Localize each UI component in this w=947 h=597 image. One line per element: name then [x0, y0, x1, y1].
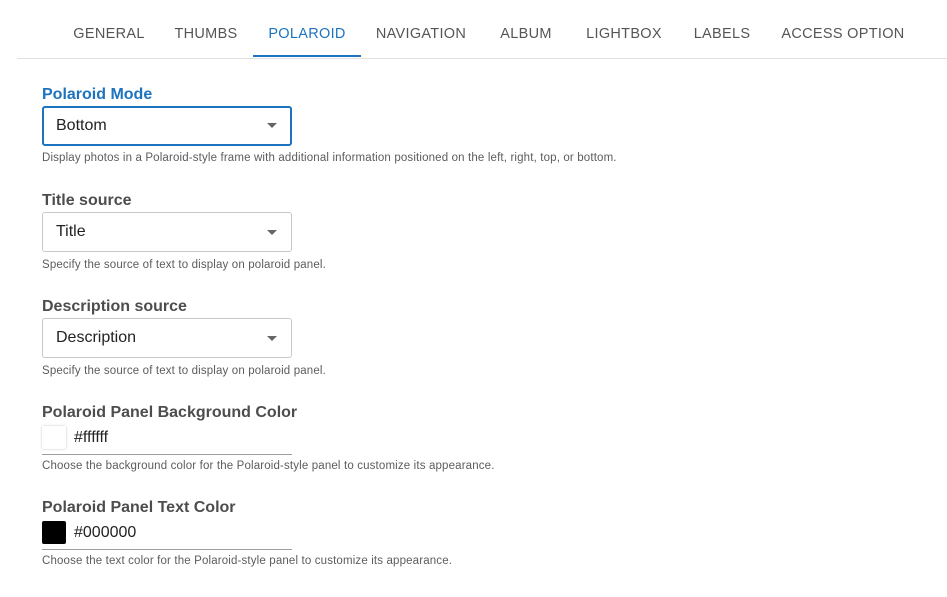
description-source-select[interactable]: Description	[42, 318, 292, 358]
polaroid-mode-label: Polaroid Mode	[42, 86, 153, 103]
panel-bg-color-help: Choose the background color for the Pola…	[42, 460, 495, 472]
tab-polaroid[interactable]: POLAROID	[253, 0, 361, 57]
caret-down-icon	[267, 230, 277, 235]
tab-album[interactable]: ALBUM	[488, 0, 564, 57]
text-color-input[interactable]	[74, 519, 284, 547]
caret-down-icon	[267, 123, 277, 128]
tab-access-option[interactable]: ACCESS OPTION	[770, 0, 916, 57]
bg-color-swatch[interactable]	[42, 426, 66, 449]
panel-bg-color-row	[42, 424, 292, 455]
title-source-select[interactable]: Title	[42, 212, 292, 252]
description-source-help: Specify the source of text to display on…	[42, 365, 326, 377]
polaroid-mode-help: Display photos in a Polaroid-style frame…	[42, 152, 617, 164]
panel-text-color-label: Polaroid Panel Text Color	[42, 499, 236, 516]
panel-text-color-row	[42, 519, 292, 550]
caret-down-icon	[267, 336, 277, 341]
title-source-value: Title	[56, 223, 86, 240]
polaroid-mode-value: Bottom	[56, 117, 107, 134]
text-color-swatch[interactable]	[42, 521, 66, 544]
title-source-label: Title source	[42, 192, 132, 209]
tab-general[interactable]: GENERAL	[62, 0, 156, 57]
polaroid-mode-select[interactable]: Bottom	[42, 106, 292, 146]
tab-thumbs[interactable]: THUMBS	[163, 0, 249, 57]
bg-color-input[interactable]	[74, 424, 284, 452]
tab-lightbox[interactable]: LIGHTBOX	[575, 0, 673, 57]
active-tab-indicator	[253, 55, 361, 57]
tab-labels[interactable]: LABELS	[682, 0, 762, 57]
panel-text-color-help: Choose the text color for the Polaroid-s…	[42, 555, 453, 567]
settings-tabs: GENERAL THUMBS POLAROID NAVIGATION ALBUM…	[0, 0, 947, 59]
title-source-help: Specify the source of text to display on…	[42, 259, 326, 271]
description-source-label: Description source	[42, 298, 187, 315]
description-source-value: Description	[56, 329, 137, 346]
tabs-divider	[17, 58, 947, 59]
panel-bg-color-label: Polaroid Panel Background Color	[42, 404, 298, 421]
tab-navigation[interactable]: NAVIGATION	[364, 0, 478, 57]
